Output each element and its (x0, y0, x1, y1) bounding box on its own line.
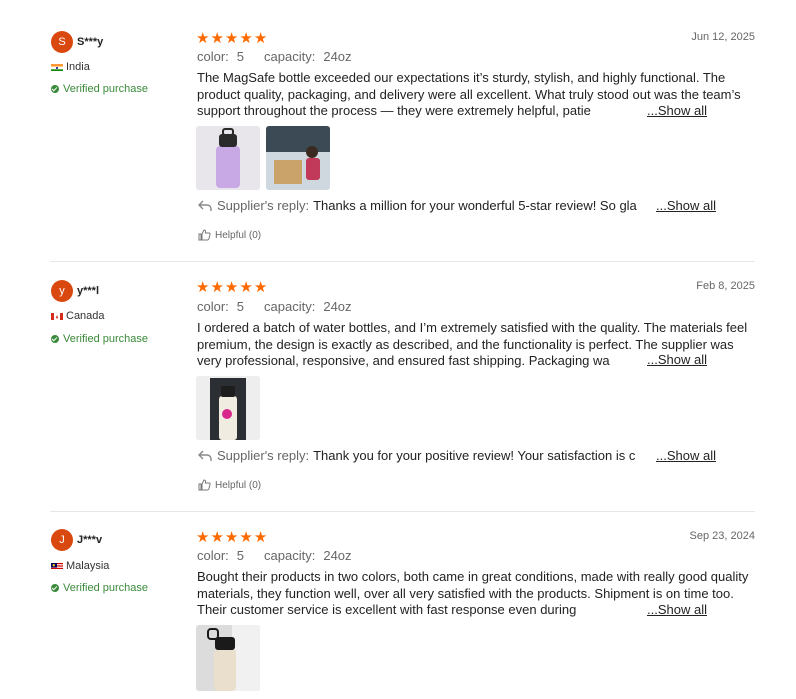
product-attributes: color: 5 capacity: 24oz (197, 548, 352, 563)
product-attributes: color: 5 capacity: 24oz (197, 299, 352, 314)
product-attributes: color: 5 capacity: 24oz (197, 49, 352, 64)
verified-label: Verified purchase (63, 83, 148, 95)
attr-color-label: color: (197, 299, 229, 314)
review-photo-bottle[interactable] (196, 625, 260, 691)
helpful-button[interactable]: Helpful (0) (198, 479, 261, 491)
supplier-reply: Supplier's reply: Thanks a million for y… (197, 198, 657, 213)
star-icon: ★ (210, 529, 224, 546)
star-icon: ★ (196, 529, 210, 546)
star-icon: ★ (253, 529, 268, 546)
reply-show-all-link[interactable]: ...Show all (656, 198, 716, 213)
star-icon: ★ (210, 279, 224, 296)
reply-text: Thank you for your positive review! Your… (313, 448, 636, 463)
verified-badge: Verified purchase (51, 333, 148, 345)
review-photo-bottle[interactable] (196, 376, 260, 440)
reply-text: Thanks a million for your wonderful 5-st… (313, 198, 637, 213)
avatar: y (51, 280, 73, 302)
attr-color-value: 5 (236, 299, 245, 314)
india-flag-icon (51, 63, 63, 71)
attr-color-value: 5 (236, 49, 245, 64)
star-rating: ★ ★ ★ ★ ★ (196, 530, 267, 545)
attr-color-label: color: (197, 548, 229, 563)
malaysia-flag-icon (51, 562, 63, 570)
reviewer-country: Malaysia (51, 560, 109, 572)
country-label: Malaysia (66, 560, 110, 572)
verified-label: Verified purchase (63, 333, 148, 345)
reply-label: Supplier's reply: (217, 198, 310, 213)
star-icon: ★ (239, 279, 253, 296)
reviewer-country: Canada (51, 310, 105, 322)
review-divider (50, 261, 755, 262)
star-icon: ★ (224, 279, 239, 296)
attr-color-value: 5 (236, 548, 245, 563)
star-icon: ★ (239, 529, 253, 546)
star-icon: ★ (210, 30, 224, 47)
reviewer-name: J***v (77, 534, 103, 546)
attr-capacity-label: capacity: (264, 548, 316, 563)
reply-label: Supplier's reply: (217, 448, 310, 463)
verified-badge: Verified purchase (51, 582, 148, 594)
thumbs-up-icon (198, 479, 211, 491)
thumbs-up-icon (198, 229, 211, 241)
avatar: S (51, 31, 73, 53)
check-icon (51, 85, 59, 93)
review-photo-person[interactable] (266, 126, 330, 190)
country-label: Canada (66, 310, 105, 322)
attr-capacity-value: 24oz (323, 49, 352, 64)
attr-capacity-label: capacity: (264, 49, 316, 64)
show-all-link[interactable]: ...Show all (647, 103, 707, 118)
review-divider (50, 511, 755, 512)
review-date: Sep 23, 2024 (689, 530, 755, 542)
supplier-reply: Supplier's reply: Thank you for your pos… (197, 448, 657, 463)
reviewer-name: S***y (77, 36, 104, 48)
country-label: India (66, 61, 90, 73)
check-icon (51, 584, 59, 592)
verified-label: Verified purchase (63, 582, 148, 594)
star-icon: ★ (224, 529, 239, 546)
reviewer-country: India (51, 61, 90, 73)
reviewer-name: y***l (77, 285, 100, 297)
check-icon (51, 335, 59, 343)
review-date: Feb 8, 2025 (696, 280, 755, 292)
star-icon: ★ (253, 30, 268, 47)
helpful-label: Helpful (0) (215, 229, 262, 241)
show-all-link[interactable]: ...Show all (647, 602, 707, 617)
review-date: Jun 12, 2025 (691, 31, 755, 43)
star-icon: ★ (196, 30, 210, 47)
star-icon: ★ (224, 30, 239, 47)
review-photo-bottle[interactable] (196, 126, 260, 190)
reply-arrow-icon (198, 200, 212, 211)
attr-capacity-label: capacity: (264, 299, 316, 314)
attr-capacity-value: 24oz (323, 299, 352, 314)
star-icon: ★ (196, 279, 210, 296)
helpful-button[interactable]: Helpful (0) (198, 229, 261, 241)
attr-capacity-value: 24oz (323, 548, 352, 563)
helpful-label: Helpful (0) (215, 479, 262, 491)
star-icon: ★ (239, 30, 253, 47)
canada-flag-icon (51, 312, 63, 320)
reply-arrow-icon (198, 450, 212, 461)
avatar: J (51, 529, 73, 551)
star-rating: ★ ★ ★ ★ ★ (196, 31, 267, 46)
star-rating: ★ ★ ★ ★ ★ (196, 280, 267, 295)
reply-show-all-link[interactable]: ...Show all (656, 448, 716, 463)
star-icon: ★ (253, 279, 268, 296)
attr-color-label: color: (197, 49, 229, 64)
show-all-link[interactable]: ...Show all (647, 352, 707, 367)
verified-badge: Verified purchase (51, 83, 148, 95)
